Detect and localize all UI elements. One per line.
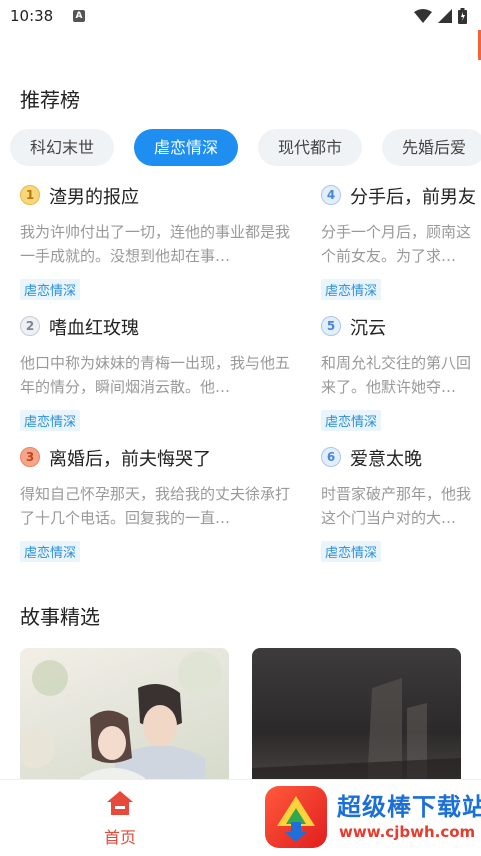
status-bar: 10:38 A [0,0,481,34]
rank-item[interactable]: 1 渣男的报应 我为许帅付出了一切，连他的事业都是我一手成就的。没想到他却在事…… [20,178,310,304]
signal-icon [438,9,452,23]
tab-modern-urban[interactable]: 现代都市 [258,129,363,166]
book-title: 嗜血红玫瑰 [49,318,139,339]
category-tabs: 科幻末世 虐恋情深 现代都市 先婚后爱 [10,129,481,167]
cover-illustration [252,678,461,783]
story-card-list [0,648,481,783]
watermark-name: 超级棒下载站 [337,793,481,821]
wifi-icon [414,9,432,23]
genre-tag: 虐恋情深 [20,541,81,562]
rank-number-badge: 5 [321,316,341,336]
rank-list: 1 渣男的报应 我为许帅付出了一切，连他的事业都是我一手成就的。没想到他却在事…… [0,178,481,578]
rank-number-badge: 6 [321,447,341,467]
genre-tag: 虐恋情深 [321,541,382,562]
book-description: 我为许帅付出了一切，连他的事业都是我一手成就的。没想到他却在事… [20,223,291,265]
watermark-url: www.cjbwh.com [339,823,476,841]
book-title: 分手后，前男友 [350,187,476,208]
book-description: 时晋家破产那年，他我这个门当户对的大… [321,485,472,527]
book-title: 爱意太晚 [350,449,422,470]
home-icon [107,791,133,815]
book-description: 得知自己怀孕那天，我给我的丈夫徐承打了十几个电话。回复我的一直… [20,485,291,527]
story-card-cover[interactable] [252,648,461,783]
genre-tag: 虐恋情深 [321,410,382,431]
system-icons [414,8,467,24]
status-time: 10:38 [10,7,54,25]
rank-item[interactable]: 4 分手后，前男友 分手一个月后，顾南这个前女友。为了求… 虐恋情深 [321,178,481,304]
rank-number-badge: 3 [20,447,40,467]
rank-number-badge: 4 [321,185,341,205]
genre-tag: 虐恋情深 [321,279,382,300]
tab-scifi[interactable]: 科幻末世 [10,129,115,166]
book-description: 他口中称为妹妹的青梅一出现，我与他五年的情分，瞬间烟消云散。他… [20,354,291,396]
rank-number-badge: 2 [20,316,40,336]
rank-section-title: 推荐榜 [20,88,80,112]
stories-section-title: 故事精选 [20,605,100,629]
genre-tag: 虐恋情深 [20,279,81,300]
notification-icon: A [73,10,85,22]
download-site-logo-icon [265,786,327,848]
rank-item[interactable]: 2 嗜血红玫瑰 他口中称为妹妹的青梅一出现，我与他五年的情分，瞬间烟消云散。他…… [20,309,310,435]
cover-illustration [20,651,222,783]
book-description: 和周允礼交往的第八回来了。他默许她夺… [321,354,472,396]
book-description: 分手一个月后，顾南这个前女友。为了求… [321,223,472,265]
genre-tag: 虐恋情深 [20,410,81,431]
book-title: 沉云 [350,318,386,339]
tab-romance-angst[interactable]: 虐恋情深 [134,129,239,166]
book-title: 离婚后，前夫悔哭了 [49,449,211,470]
nav-home-label: 首页 [103,828,136,847]
battery-icon [458,8,467,24]
rank-number-badge: 1 [20,185,40,205]
site-watermark: 超级棒下载站 www.cjbwh.com [265,783,481,853]
tab-marriage-first[interactable]: 先婚后爱 [382,129,481,166]
rank-item[interactable]: 6 爱意太晚 时晋家破产那年，他我这个门当户对的大… 虐恋情深 [321,440,481,566]
rank-item[interactable]: 3 离婚后，前夫悔哭了 得知自己怀孕那天，我给我的丈夫徐承打了十几个电话。回复我… [20,440,310,566]
story-card-cover[interactable] [20,648,229,783]
nav-home[interactable]: 首页 [95,790,145,848]
rank-item[interactable]: 5 沉云 和周允礼交往的第八回来了。他默许她夺… 虐恋情深 [321,309,481,435]
book-title: 渣男的报应 [49,187,139,208]
